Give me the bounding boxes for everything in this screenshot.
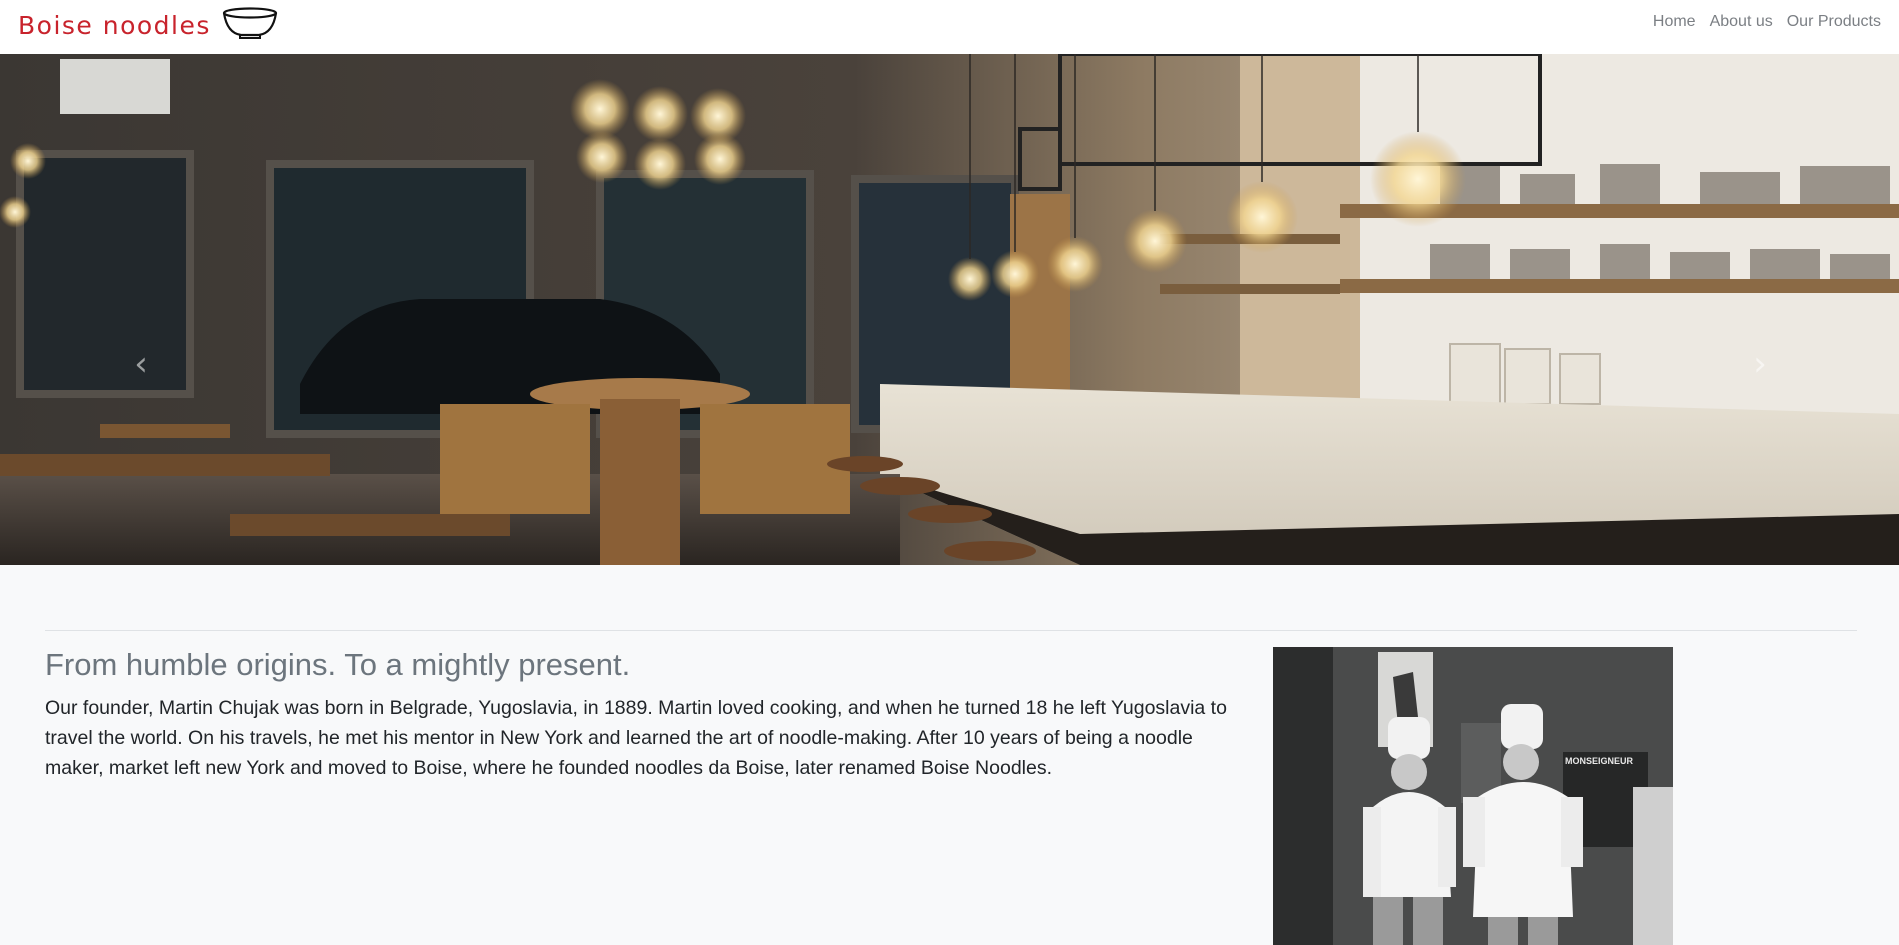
about-heading: From humble origins. To a mightly presen… xyxy=(45,647,631,682)
restaurant-interior-photo xyxy=(0,54,1899,565)
founders-chefs-photo: MONSEIGNEUR xyxy=(1273,647,1673,945)
main-nav: Home About us Our Products xyxy=(1653,12,1881,32)
bowl-icon xyxy=(221,6,279,45)
carousel-prev-button[interactable]: ‹ xyxy=(126,344,156,384)
brand-link[interactable]: Boise noodles xyxy=(18,5,279,45)
nav-our-products[interactable]: Our Products xyxy=(1787,12,1881,32)
chevron-left-icon: ‹ xyxy=(134,344,148,384)
hero-carousel: ‹ › xyxy=(0,54,1899,565)
nav-home[interactable]: Home xyxy=(1653,12,1696,32)
brand-name: Boise noodles xyxy=(18,10,211,40)
about-body: Our founder, Martin Chujak was born in B… xyxy=(45,697,1227,779)
chevron-right-icon: › xyxy=(1753,344,1767,384)
section-divider xyxy=(45,630,1857,631)
nav-about-us[interactable]: About us xyxy=(1710,12,1773,32)
photo-sign: MONSEIGNEUR xyxy=(1565,756,1634,766)
carousel-next-button[interactable]: › xyxy=(1745,344,1775,384)
navbar: Boise noodles Home About us Our Products xyxy=(0,0,1899,54)
